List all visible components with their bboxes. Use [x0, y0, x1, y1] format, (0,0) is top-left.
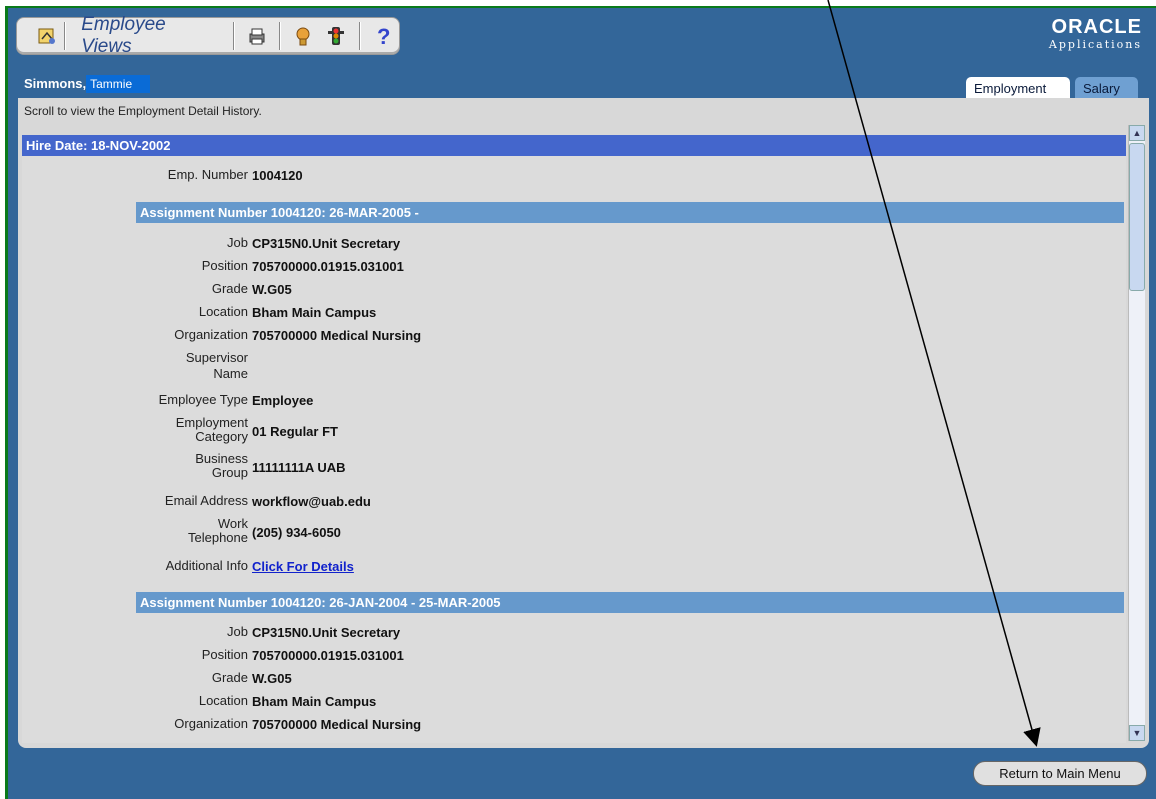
field-label: Work	[217, 516, 248, 531]
field-value: Bham Main Campus	[252, 694, 377, 709]
field-value: workflow@uab.edu	[252, 494, 371, 509]
toolbar: Employee Views ?	[16, 14, 400, 57]
field-value: 705700000 Medical Nursing	[252, 328, 422, 343]
toolbar-separator	[358, 22, 360, 50]
field-label: Organization	[174, 716, 248, 731]
field-value: CP315N0.Unit Secretary	[252, 236, 401, 251]
field-value: 01 Regular FT	[252, 424, 338, 439]
field-value: 705700000 Medical Nursing	[252, 717, 422, 732]
field-label: Grade	[211, 670, 248, 685]
field-label: Employee Type	[158, 392, 248, 407]
print-icon[interactable]	[245, 24, 268, 48]
field-label: Employment	[175, 415, 248, 430]
field-label: Group	[211, 465, 248, 480]
logo-main: ORACLE	[1051, 16, 1142, 38]
toolbar-title: Employee Views	[81, 14, 166, 57]
field-label: Job	[227, 235, 248, 250]
scroll-down-icon[interactable]: ▼	[1129, 725, 1145, 741]
traffic-light-icon[interactable]	[325, 24, 348, 48]
field-label: Additional Info	[165, 558, 248, 573]
vertical-scrollbar[interactable]: ▲ ▼	[1128, 125, 1145, 741]
scroll-up-icon[interactable]: ▲	[1129, 125, 1145, 141]
detail-panel: Scroll to view the Employment Detail His…	[18, 98, 1149, 748]
field-label: Emp. Number	[167, 167, 248, 182]
question-icon[interactable]: ?	[371, 24, 394, 48]
home-icon[interactable]	[35, 24, 58, 48]
person-first-name: Tammie	[86, 74, 151, 93]
field-value: Bham Main Campus	[252, 305, 377, 320]
field-value: 11111111A UAB	[252, 460, 346, 475]
field-value: 1004120	[252, 168, 303, 183]
field-value: CP315N0.Unit Secretary	[252, 625, 401, 640]
tab-salary[interactable]: Salary	[1075, 77, 1138, 99]
toolbar-separator	[279, 22, 281, 50]
click-for-details-link[interactable]: Click For Details	[252, 559, 354, 574]
field-label: Location	[198, 693, 248, 708]
person-name: Simmons, Tammie	[24, 73, 151, 94]
toolbar-separator	[233, 22, 235, 50]
assignment-header: Assignment Number 1004120: 26-JAN-2004 -…	[136, 592, 1124, 613]
field-label: Grade	[211, 281, 248, 296]
field-value: W.G05	[252, 282, 292, 297]
scroll-hint: Scroll to view the Employment Detail His…	[24, 104, 262, 118]
svg-text:?: ?	[377, 25, 390, 47]
field-label: Position	[201, 258, 248, 273]
tab-employment[interactable]: Employment	[966, 77, 1070, 99]
person-last-name: Simmons,	[24, 76, 87, 91]
field-value: 705700000.01915.031001	[252, 648, 404, 663]
scrollbar-thumb[interactable]	[1129, 143, 1145, 291]
assignment-header: Assignment Number 1004120: 26-MAR-2005 -	[136, 202, 1124, 223]
help-person-icon[interactable]	[291, 24, 314, 48]
field-label: Job	[227, 624, 248, 639]
toolbar-separator	[64, 22, 66, 50]
field-label: Business	[195, 451, 248, 466]
field-value: W.G05	[252, 671, 292, 686]
field-label: Position	[201, 647, 248, 662]
field-label: Organization	[174, 327, 248, 342]
field-label: Category	[195, 429, 248, 444]
hire-date-header: Hire Date: 18-NOV-2002	[22, 135, 1126, 156]
screen: Employee Views ? ORACLE Applications Sim…	[0, 0, 1156, 799]
field-label: Name	[213, 366, 248, 381]
field-value: Employee	[252, 393, 314, 408]
field-label: Supervisor	[185, 350, 248, 365]
detail-content: Hire Date: 18-NOV-2002 Emp. Number 10041…	[22, 135, 1126, 743]
oracle-logo: ORACLE Applications	[1049, 16, 1142, 51]
field-label: Email Address	[164, 493, 248, 508]
logo-sub: Applications	[1048, 38, 1142, 51]
field-label: Location	[198, 304, 248, 319]
field-value: 705700000.01915.031001	[252, 259, 404, 274]
return-to-main-menu-button[interactable]: Return to Main Menu	[973, 761, 1147, 786]
field-value: (205) 934-6050	[252, 525, 341, 540]
field-label: Telephone	[188, 530, 248, 545]
